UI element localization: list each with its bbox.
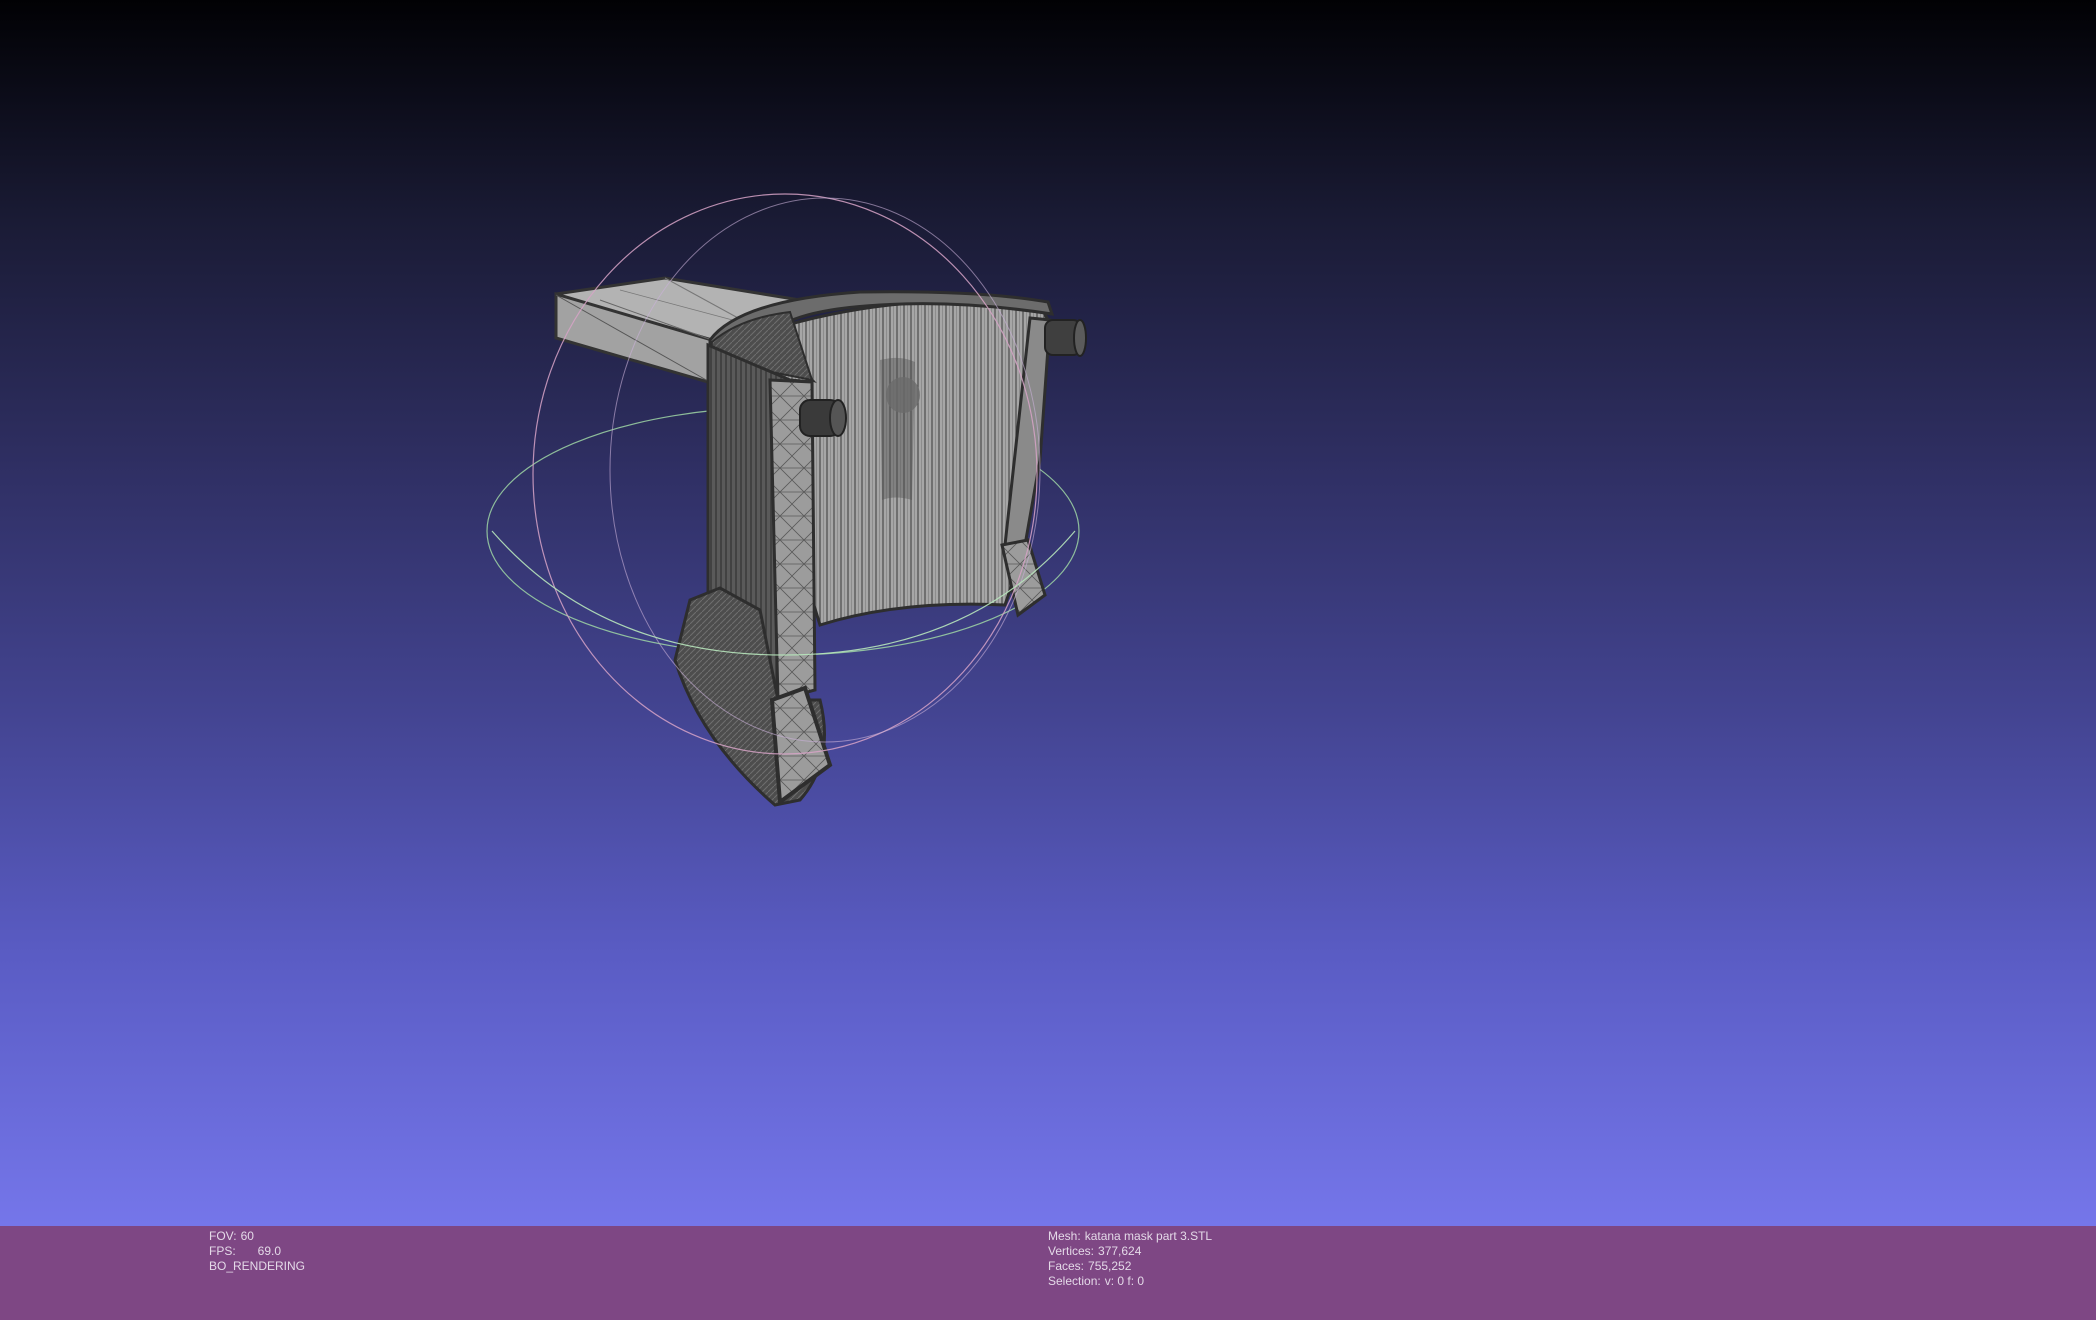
mesh-pin-right — [1044, 319, 1087, 357]
faces-value: 755,252 — [1088, 1259, 1132, 1273]
mesh-label: Mesh: — [1048, 1229, 1081, 1243]
mesh-info-panel: Mesh: katana mask part 3.STL Vertices: 377… — [1048, 1229, 1212, 1289]
faces-readout: Faces: 755,252 — [1048, 1259, 1212, 1274]
fov-value: 60 — [240, 1229, 254, 1243]
vertices-readout: Vertices: 377,624 — [1048, 1244, 1212, 1259]
selection-value: v: 0 f: 0 — [1104, 1274, 1145, 1288]
render-mode: BO_RENDERING — [209, 1259, 306, 1273]
vertices-value: 377,624 — [1098, 1244, 1142, 1258]
fps-value: 69.0 — [257, 1244, 282, 1258]
selection-readout: Selection: v: 0 f: 0 — [1048, 1274, 1212, 1289]
status-info-bar: FOV: 60 FPS: 69.0 BO_RENDERING Mesh: katana… — [0, 1226, 2096, 1320]
mesh-scene[interactable] — [0, 0, 2096, 1226]
selection-label: Selection: — [1048, 1274, 1101, 1288]
3d-viewport[interactable] — [0, 0, 2096, 1226]
faces-label: Faces: — [1048, 1259, 1085, 1273]
render-info-panel: FOV: 60 FPS: 69.0 BO_RENDERING — [209, 1229, 305, 1274]
mesh-pin-left — [799, 399, 847, 437]
fov-label: FOV: — [209, 1229, 237, 1243]
fov-readout: FOV: 60 — [209, 1229, 305, 1244]
fps-label: FPS: — [209, 1244, 236, 1258]
mesh-value: katana mask part 3.STL — [1084, 1229, 1213, 1243]
fps-readout: FPS: 69.0 — [209, 1244, 305, 1259]
vertices-label: Vertices: — [1048, 1244, 1095, 1258]
mesh-name-readout: Mesh: katana mask part 3.STL — [1048, 1229, 1212, 1244]
